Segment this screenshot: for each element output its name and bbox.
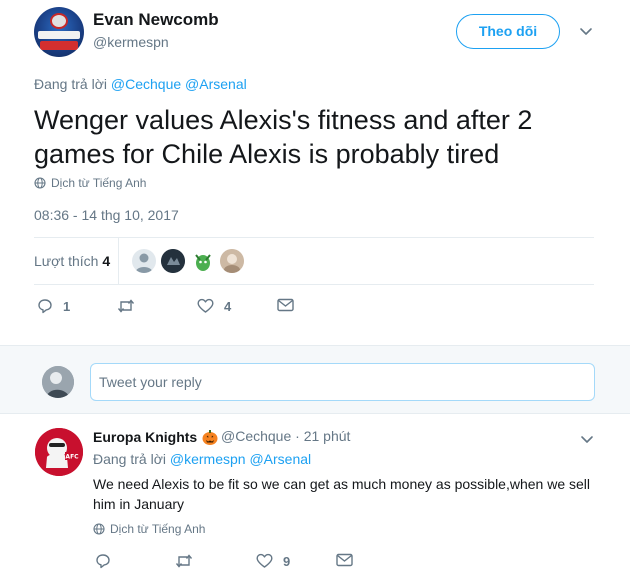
chevron-down-icon[interactable] (579, 24, 593, 38)
mention-link[interactable]: @Arsenal (249, 451, 311, 467)
reply-author-name[interactable]: Europa Knights (93, 428, 219, 446)
envelope-icon (277, 298, 294, 312)
tweet-actions: 1 4 (0, 298, 630, 318)
follow-button[interactable]: Theo dõi (456, 14, 560, 49)
retweet-icon (175, 554, 193, 568)
like-count: 4 (224, 298, 232, 314)
mention-link[interactable]: @kermespn (170, 451, 246, 467)
message-action[interactable] (277, 298, 294, 312)
likes-count: 4 (102, 253, 111, 269)
replying-to-label: Đang trả lời (34, 76, 107, 92)
replying-to-label: Đang trả lời (93, 451, 166, 467)
reply-icon (38, 299, 52, 314)
reply-author-handle[interactable]: @Cechque (221, 428, 291, 444)
likes-label[interactable]: Lượt thích 4 (34, 253, 110, 269)
author-name[interactable]: Evan Newcomb (93, 10, 219, 30)
main-tweet: Evan Newcomb @kermespn Theo dõi Đang trả… (0, 0, 630, 345)
likes-stats: Lượt thích 4 (34, 237, 594, 285)
reply-composer: Tweet your reply (0, 345, 630, 414)
author-handle[interactable]: @kermespn (93, 34, 169, 50)
liker-avatar[interactable] (132, 249, 156, 273)
reply-text: We need Alexis to be fit so we can get a… (93, 476, 591, 512)
globe-icon (93, 523, 105, 535)
translate-label: Dịch từ Tiếng Anh (51, 176, 147, 190)
reply-tweet: AFC Europa Knights @Cechque · 21 phút Đa… (0, 414, 630, 574)
user-avatar[interactable] (42, 366, 74, 398)
retweet-action[interactable] (175, 553, 203, 569)
author-avatar[interactable] (34, 7, 84, 57)
tweet-text: Wenger values Alexis's fitness and after… (34, 105, 533, 169)
likes-text: Lượt thích (34, 253, 99, 269)
reply-action[interactable] (95, 553, 121, 569)
reply-input[interactable]: Tweet your reply (90, 363, 595, 401)
replying-to: Đang trả lời @Cechque @Arsenal (34, 76, 247, 92)
envelope-icon (336, 553, 353, 567)
like-action[interactable]: 4 (197, 298, 231, 314)
heart-icon (256, 553, 273, 568)
chevron-down-icon[interactable] (580, 432, 594, 446)
replying-to: Đang trả lời @kermespn @Arsenal (93, 451, 311, 467)
reply-action[interactable]: 1 (37, 298, 70, 314)
reply-time[interactable]: 21 phút (304, 428, 351, 444)
translate-label: Dịch từ Tiếng Anh (110, 522, 206, 536)
reply-author-name-text: Europa Knights (93, 429, 198, 445)
reply-actions: 9 (0, 553, 630, 573)
like-action[interactable]: 9 (256, 553, 290, 569)
divider (118, 238, 119, 284)
message-action[interactable] (336, 553, 353, 567)
tweet-timestamp[interactable]: 08:36 - 14 thg 10, 2017 (34, 207, 179, 223)
liker-avatar[interactable] (191, 249, 215, 273)
translate-link[interactable]: Dịch từ Tiếng Anh (93, 522, 205, 536)
liker-avatar[interactable] (161, 249, 185, 273)
mention-link[interactable]: @Arsenal (185, 76, 247, 92)
globe-icon (34, 177, 46, 189)
liker-avatar[interactable] (220, 249, 244, 273)
reply-meta: @Cechque · 21 phút (221, 428, 350, 444)
retweet-action[interactable] (117, 298, 145, 314)
like-count: 9 (283, 553, 291, 569)
meta-separator: · (295, 428, 300, 444)
heart-icon (197, 298, 214, 313)
svg-text:AFC: AFC (65, 454, 79, 461)
reply-count: 1 (63, 298, 71, 314)
reply-author-avatar[interactable]: AFC (35, 428, 83, 476)
reply-icon (96, 554, 110, 569)
retweet-icon (117, 299, 135, 313)
pumpkin-icon (202, 430, 218, 445)
translate-link[interactable]: Dịch từ Tiếng Anh (34, 176, 146, 190)
mention-link[interactable]: @Cechque (111, 76, 181, 92)
